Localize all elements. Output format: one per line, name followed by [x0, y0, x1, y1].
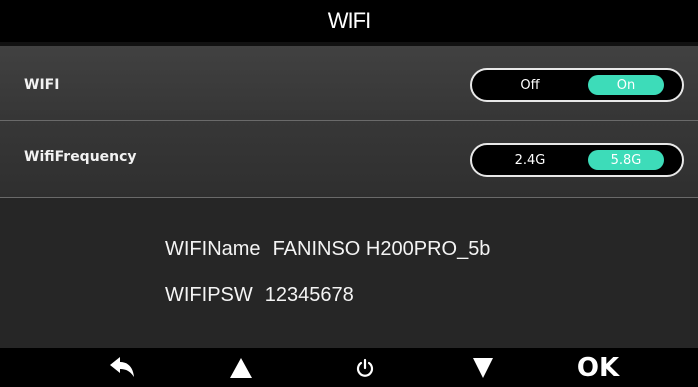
- wifi-off-option[interactable]: Off: [492, 75, 568, 95]
- wifi-toggle[interactable]: Off On: [470, 68, 684, 102]
- up-triangle-icon: [230, 357, 252, 378]
- down-triangle-icon: [473, 357, 493, 378]
- power-button[interactable]: [335, 348, 395, 387]
- back-arrow-icon: [110, 356, 134, 377]
- wifi-name-value: FANINSO H200PRO_5b: [272, 238, 491, 260]
- wifi-on-option[interactable]: On: [588, 75, 664, 95]
- wifi-settings-screen: WIFI WIFI Off On WifiFrequency 2.4G 5.8G…: [0, 0, 698, 387]
- setting-label-wifi: WIFI: [24, 77, 60, 93]
- ok-label: OK: [576, 352, 620, 383]
- ok-button[interactable]: OK: [568, 348, 628, 387]
- up-button[interactable]: [211, 348, 271, 387]
- wifi-password-line: WIFIPSW 12345678: [165, 284, 354, 307]
- wifi-password-value: 12345678: [264, 284, 354, 306]
- frequency-2-4g-option[interactable]: 2.4G: [492, 150, 568, 170]
- frequency-toggle[interactable]: 2.4G 5.8G: [470, 143, 684, 177]
- setting-row-wifi[interactable]: WIFI Off On: [0, 46, 698, 126]
- divider: [0, 120, 698, 121]
- power-icon: [356, 358, 374, 377]
- page-title: WIFI: [327, 8, 371, 33]
- footer-button-bar: OK: [0, 348, 698, 387]
- wifi-password-label: WIFIPSW: [165, 284, 253, 306]
- wifi-name-label: WIFIName: [165, 238, 261, 260]
- wifi-name-line: WIFIName FANINSO H200PRO_5b: [165, 238, 490, 261]
- setting-row-wifi-frequency[interactable]: WifiFrequency 2.4G 5.8G: [0, 122, 698, 197]
- frequency-5-8g-option[interactable]: 5.8G: [588, 150, 664, 170]
- back-button[interactable]: [92, 348, 152, 387]
- wifi-info-panel: WIFIName FANINSO H200PRO_5b WIFIPSW 123456…: [0, 198, 698, 348]
- header-bar: WIFI: [0, 0, 698, 42]
- down-button[interactable]: [453, 348, 513, 387]
- setting-label-wifi-frequency: WifiFrequency: [24, 149, 137, 165]
